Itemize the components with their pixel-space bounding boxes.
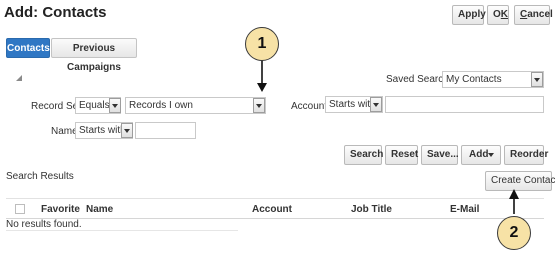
callout-2-badge: 2 <box>497 216 531 250</box>
callout-1-badge: 1 <box>245 27 279 61</box>
